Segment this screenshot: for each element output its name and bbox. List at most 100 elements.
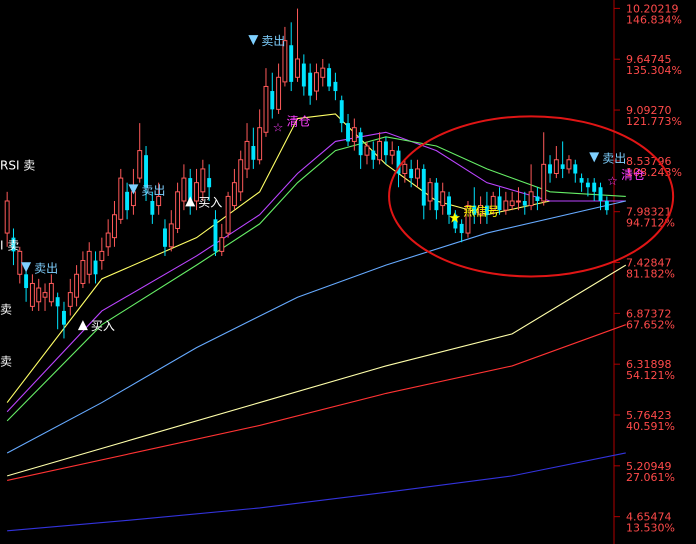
candle — [421, 164, 426, 220]
candle-body — [573, 164, 578, 174]
candle — [93, 251, 98, 284]
candle — [219, 223, 225, 256]
candle-body — [585, 182, 590, 188]
candle — [415, 159, 420, 188]
candle-body — [200, 168, 206, 193]
signal-label: 卖出 — [602, 151, 626, 165]
candle — [36, 278, 42, 311]
clear-star-icon: ☆ — [273, 121, 284, 135]
candle — [314, 63, 319, 101]
signal-label: 卖出 — [141, 183, 165, 197]
candle — [213, 210, 218, 256]
candle-body — [528, 191, 534, 207]
candle — [541, 132, 547, 206]
candle-body — [295, 58, 300, 78]
buy-triangle-icon — [185, 196, 196, 207]
candle — [105, 219, 111, 256]
candle-body — [29, 282, 35, 307]
axis-percent-label: 27.061% — [626, 471, 675, 484]
candle-body — [270, 91, 275, 110]
candle — [62, 301, 66, 339]
candle — [440, 182, 446, 215]
candle — [427, 178, 433, 211]
candle-body — [598, 187, 603, 201]
candle-body — [440, 191, 446, 207]
candle-body — [105, 232, 111, 248]
candle-body — [535, 196, 540, 201]
candle — [389, 141, 395, 165]
candle — [295, 8, 300, 82]
candle — [118, 168, 124, 224]
candle — [320, 58, 326, 87]
candle-body — [251, 146, 256, 160]
candle-body — [125, 191, 130, 211]
candle — [592, 178, 597, 201]
candle-body — [371, 150, 376, 160]
candle-body — [4, 200, 10, 234]
candle — [55, 292, 60, 330]
stock-chart[interactable]: 10.20219146.834%9.64745135.304%9.0927012… — [0, 0, 696, 544]
candle-body — [225, 195, 231, 234]
candle — [112, 200, 117, 247]
candle-body — [301, 63, 306, 87]
candle — [276, 63, 282, 114]
candle-body — [308, 72, 313, 96]
candle-body — [421, 168, 426, 206]
candle-body — [402, 163, 408, 175]
candle — [434, 178, 439, 220]
candle — [188, 168, 193, 215]
candle-body — [364, 145, 370, 156]
candle — [604, 196, 609, 215]
signal-marker: ☆ 清仓 — [273, 115, 311, 135]
signal-marker: 卖 — [0, 355, 12, 369]
candle-body — [389, 150, 395, 156]
candle — [553, 146, 559, 179]
candle-body — [579, 178, 584, 183]
signal-label: 卖出 — [261, 34, 285, 48]
signal-label: 买入 — [91, 319, 115, 333]
candle — [509, 191, 515, 211]
candle — [24, 269, 29, 302]
candle — [579, 173, 584, 192]
candle-body — [118, 177, 124, 220]
candle — [333, 72, 338, 101]
candle-body — [339, 100, 344, 124]
candle-body — [17, 250, 23, 275]
candle — [364, 141, 370, 165]
signal-label: RSI 卖 — [0, 159, 35, 173]
candle-body — [409, 168, 414, 179]
candle-body — [168, 223, 174, 248]
candle-body — [219, 237, 225, 252]
candle-body — [137, 150, 143, 179]
candle-body — [80, 260, 86, 284]
signal-marker: I 卖 — [0, 238, 19, 252]
candle — [86, 242, 92, 284]
signal-marker: 卖出 — [21, 261, 58, 275]
moving-average-line — [7, 264, 627, 477]
candle-body — [36, 287, 42, 303]
candle — [263, 68, 269, 137]
candle-body — [263, 85, 269, 133]
signal-label: I 卖 — [0, 238, 19, 252]
candle — [301, 54, 306, 96]
candle-body — [333, 81, 338, 92]
candle — [548, 155, 552, 183]
signal-marker: 卖 — [0, 303, 12, 317]
candle — [225, 191, 231, 238]
candle — [566, 155, 572, 174]
candle — [339, 95, 344, 133]
candle — [74, 265, 80, 307]
candle-body — [257, 127, 263, 161]
candle-body — [24, 274, 29, 289]
candle-body — [213, 219, 218, 252]
candle — [175, 182, 181, 234]
candle-body — [231, 182, 237, 207]
axis-percent-label: 13.530% — [626, 522, 675, 535]
candle — [535, 187, 540, 211]
clear-star-icon: ☆ — [607, 174, 618, 188]
candle — [377, 132, 383, 165]
candle-body — [427, 182, 433, 202]
candle-body — [42, 292, 48, 298]
candle-body — [181, 177, 187, 202]
sell-triangle-icon — [248, 35, 259, 46]
